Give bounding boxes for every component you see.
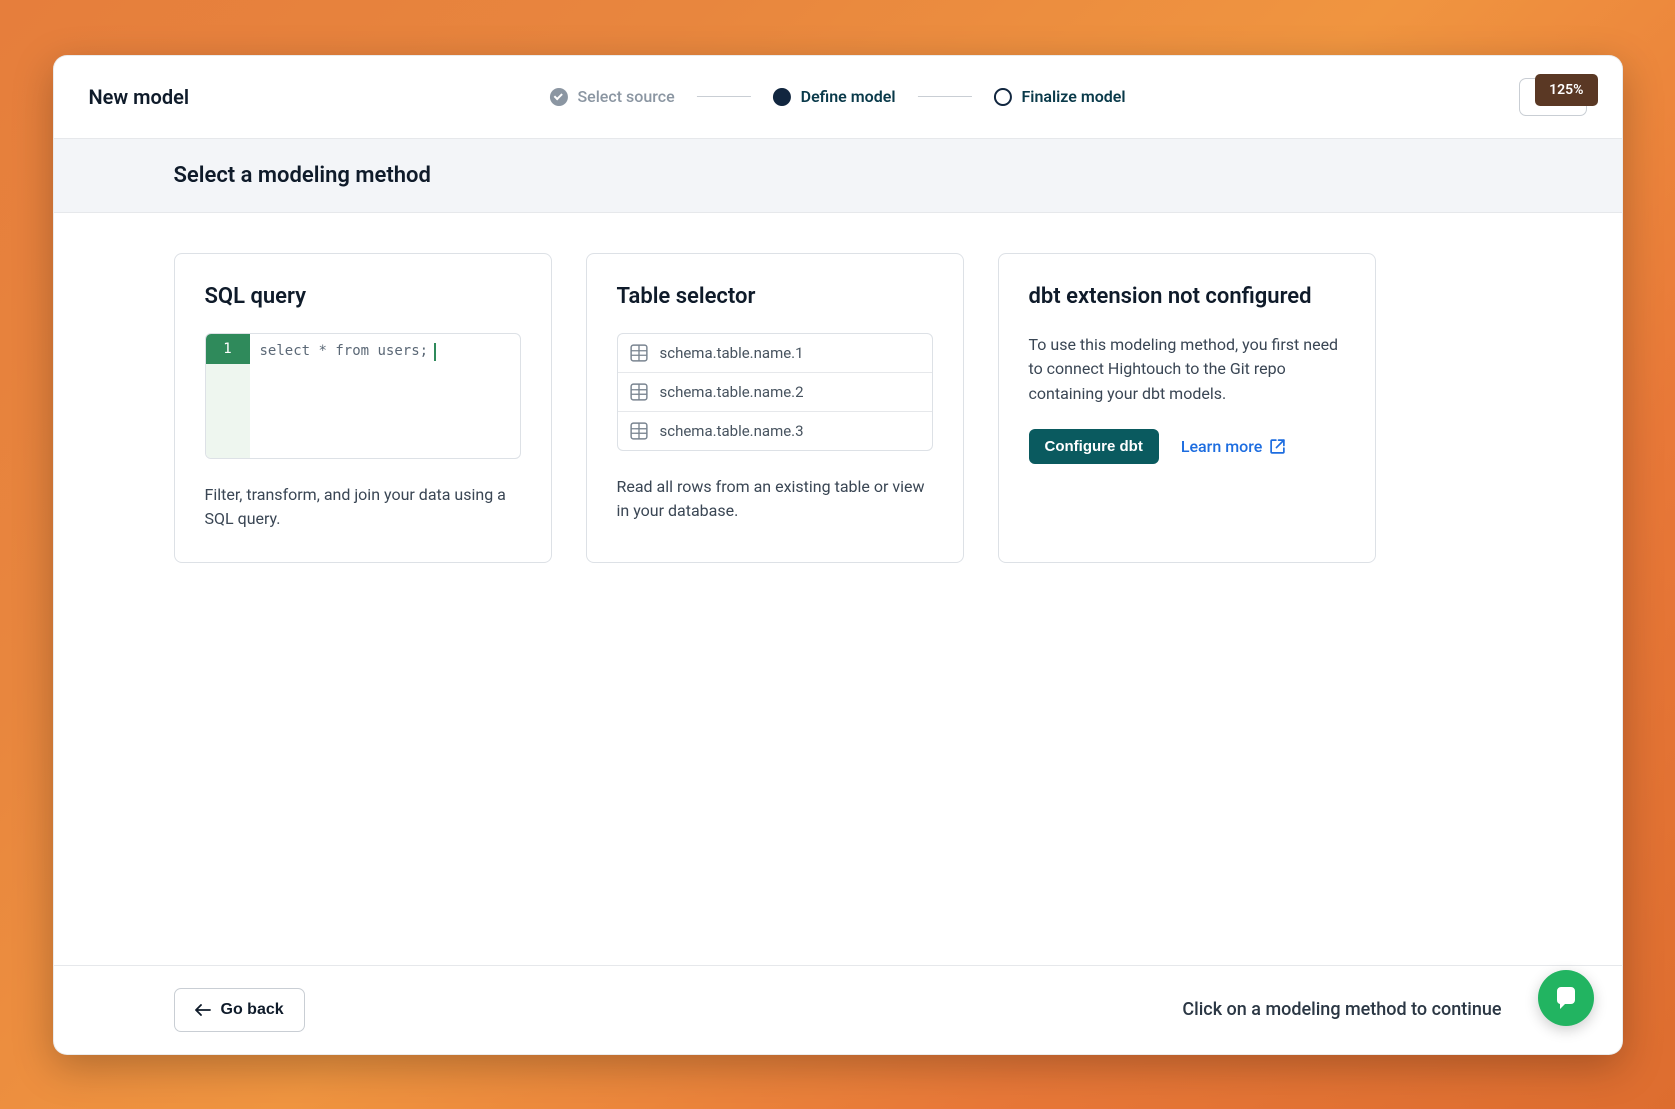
table-row-label: schema.table.name.2: [660, 383, 804, 401]
table-icon: [630, 422, 648, 440]
method-cards: SQL query 1 select * from users; Filter,…: [174, 253, 1502, 564]
go-back-button[interactable]: Go back: [174, 988, 305, 1032]
arrow-left-icon: [195, 1003, 211, 1017]
sql-code-text: select * from users;: [260, 343, 429, 359]
sql-preview: 1 select * from users;: [205, 333, 521, 459]
table-row: schema.table.name.3: [618, 412, 932, 450]
table-row: schema.table.name.1: [618, 334, 932, 373]
go-back-label: Go back: [221, 1001, 284, 1019]
chat-widget-button[interactable]: [1538, 970, 1594, 1026]
method-card-table[interactable]: Table selector schema.table.name.1: [586, 253, 964, 564]
pending-circle-icon: [993, 88, 1011, 106]
step-connector: [917, 96, 971, 97]
card-description: Read all rows from an existing table or …: [617, 475, 933, 525]
step-label: Finalize model: [1021, 87, 1125, 106]
learn-more-link[interactable]: Learn more: [1181, 437, 1286, 456]
table-icon: [630, 383, 648, 401]
app-window: 125% New model Select source Define mode…: [53, 55, 1623, 1055]
page-title: New model: [89, 85, 190, 109]
active-circle-icon: [773, 88, 791, 106]
step-select-source: Select source: [549, 87, 674, 106]
zoom-badge: 125%: [1535, 74, 1597, 106]
step-label: Define model: [801, 87, 896, 106]
step-define-model: Define model: [773, 87, 896, 106]
stepper: Select source Define model Finalize mode…: [549, 87, 1125, 106]
step-finalize-model: Finalize model: [993, 87, 1125, 106]
card-title: dbt extension not configured: [1029, 284, 1345, 309]
step-connector: [697, 96, 751, 97]
subheader: Select a modeling method: [54, 139, 1622, 213]
header: New model Select source Define model Fin…: [54, 56, 1622, 139]
chat-icon: [1552, 984, 1580, 1012]
check-circle-icon: [549, 88, 567, 106]
table-list-preview: schema.table.name.1 schema.table.name.2: [617, 333, 933, 451]
method-card-sql[interactable]: SQL query 1 select * from users; Filter,…: [174, 253, 552, 564]
step-label: Select source: [577, 87, 674, 106]
table-row: schema.table.name.2: [618, 373, 932, 412]
method-card-dbt: dbt extension not configured To use this…: [998, 253, 1376, 564]
card-title: Table selector: [617, 284, 933, 309]
table-row-label: schema.table.name.1: [660, 344, 804, 362]
card-title: SQL query: [205, 284, 521, 309]
table-row-label: schema.table.name.3: [660, 422, 804, 440]
content: SQL query 1 select * from users; Filter,…: [54, 213, 1622, 965]
footer-hint: Click on a modeling method to continue: [1182, 999, 1501, 1020]
configure-dbt-button[interactable]: Configure dbt: [1029, 429, 1159, 464]
card-description: Filter, transform, and join your data us…: [205, 483, 521, 533]
external-link-icon: [1269, 438, 1286, 455]
table-icon: [630, 344, 648, 362]
footer: Go back Click on a modeling method to co…: [54, 965, 1622, 1054]
sql-gutter: 1: [206, 334, 250, 458]
cursor-icon: [434, 343, 436, 361]
subheader-title: Select a modeling method: [174, 163, 1502, 188]
dbt-actions: Configure dbt Learn more: [1029, 429, 1345, 464]
learn-more-label: Learn more: [1181, 437, 1262, 456]
card-description: To use this modeling method, you first n…: [1029, 333, 1345, 407]
sql-line-number: 1: [206, 334, 250, 364]
sql-code: select * from users;: [250, 334, 520, 458]
